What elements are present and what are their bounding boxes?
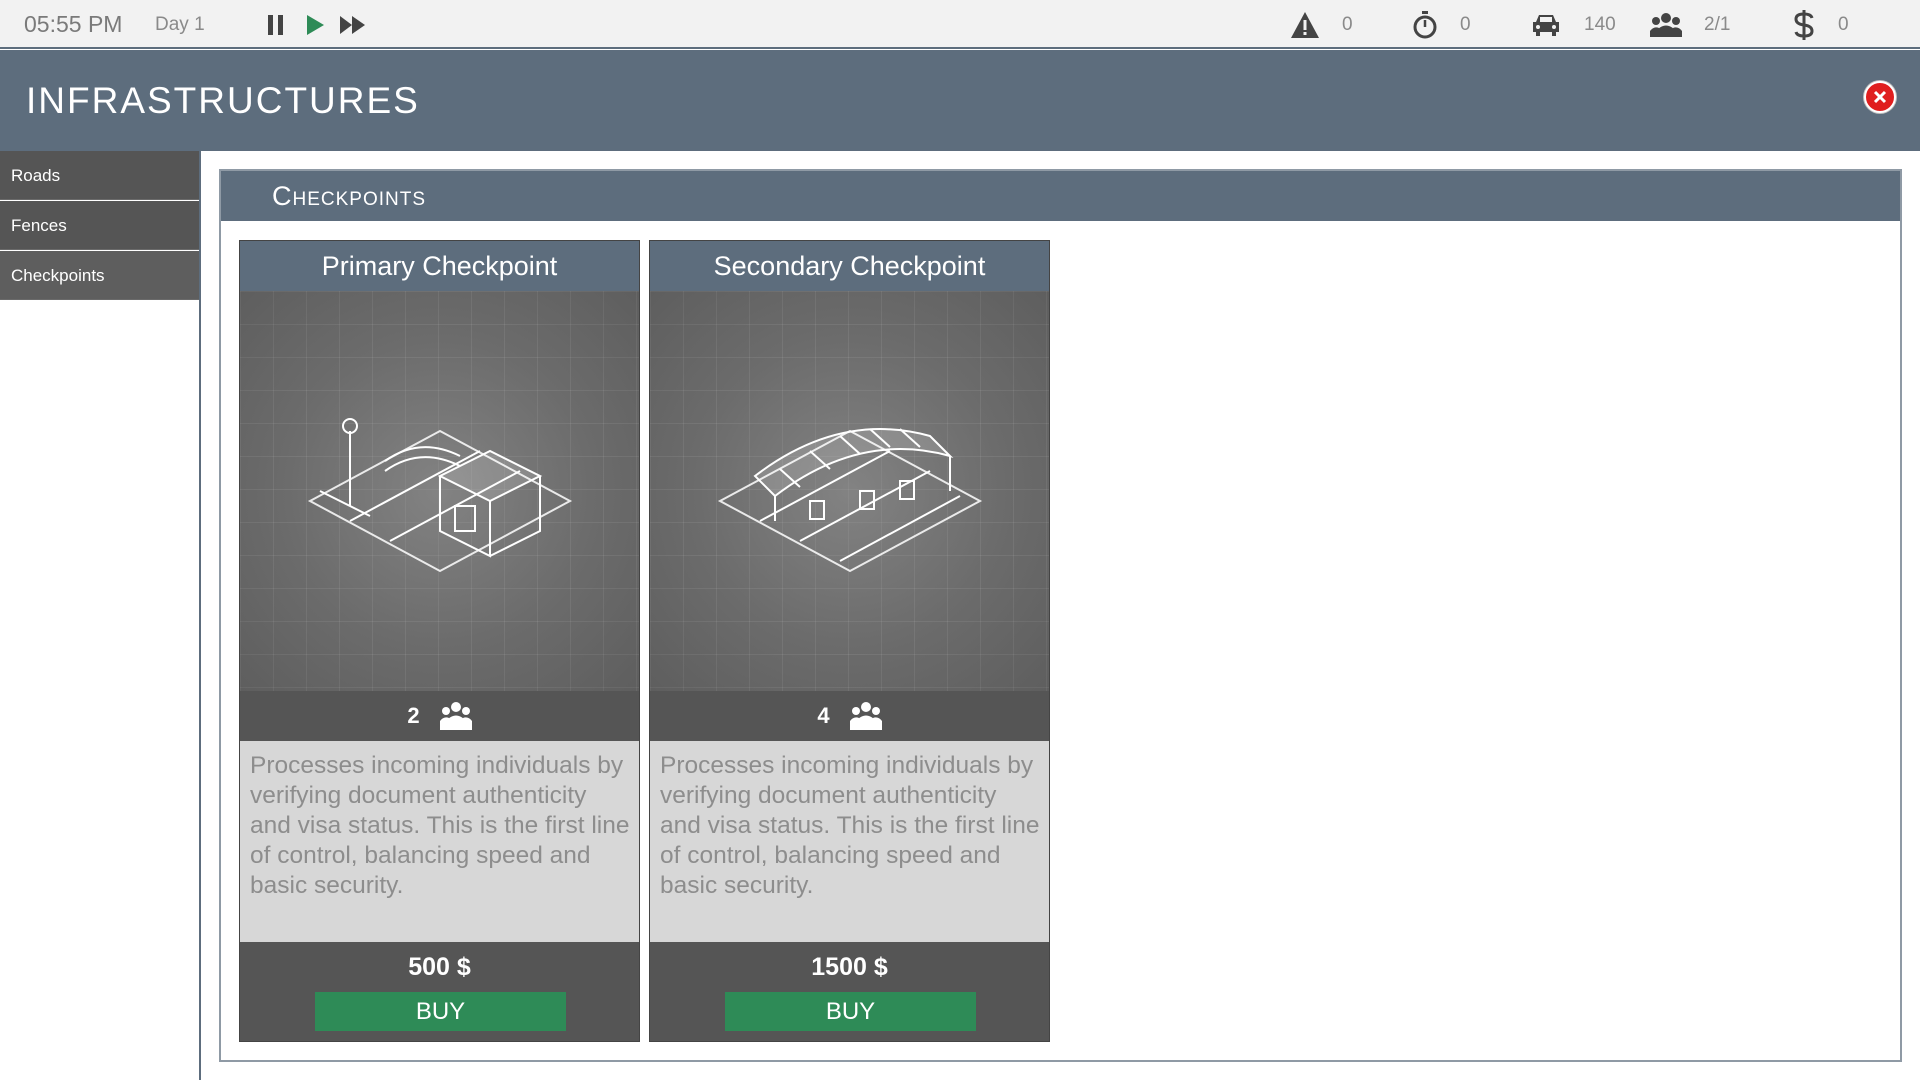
sidebar-item-fences[interactable]: Fences — [0, 201, 199, 250]
capacity-value: 2 — [407, 703, 420, 728]
section-title: Checkpoints — [272, 181, 427, 211]
dollar-icon — [1794, 10, 1814, 40]
section-header: Checkpoints — [221, 171, 1900, 221]
buy-secondary-checkpoint-button[interactable]: BUY — [725, 992, 976, 1031]
pause-button[interactable] — [261, 12, 291, 38]
card-description: Processes incoming individuals by verify… — [240, 741, 639, 942]
people-icon — [439, 702, 472, 730]
incidents-stat: 0 — [1290, 8, 1353, 42]
warning-icon — [1291, 12, 1319, 38]
card-title: Primary Checkpoint — [240, 241, 639, 291]
staff-stat: 2/1 — [1650, 8, 1730, 42]
card-title: Secondary Checkpoint — [650, 241, 1049, 291]
buy-primary-checkpoint-button[interactable]: BUY — [315, 992, 566, 1031]
checkpoint-card-secondary: Secondary Checkpoint 4 Processes incomin… — [649, 240, 1050, 1042]
money-stat: 0 — [1792, 8, 1849, 42]
day-counter: Day 1 — [155, 14, 205, 35]
close-icon — [1873, 90, 1887, 104]
card-price: 1500 $ — [650, 942, 1049, 992]
window-header: INFRASTRUCTURES — [0, 50, 1920, 151]
time-stat: 0 — [1412, 8, 1471, 42]
play-button[interactable] — [300, 12, 330, 38]
capacity-value: 4 — [817, 703, 830, 728]
sidebar-item-checkpoints[interactable]: Checkpoints — [0, 251, 199, 300]
card-capacity: 2 — [240, 691, 639, 741]
car-icon — [1533, 15, 1559, 36]
window-title: INFRASTRUCTURES — [26, 80, 420, 121]
people-icon — [1650, 13, 1682, 37]
sidebar-item-roads[interactable]: Roads — [0, 151, 199, 200]
category-sidebar: Roads Fences Checkpoints — [0, 151, 201, 1080]
top-status-bar: 05:55 PM Day 1 0 0 140 2/1 0 — [0, 0, 1920, 49]
fast-forward-icon — [340, 16, 365, 34]
pause-icon — [268, 15, 283, 35]
primary-checkpoint-blueprint-icon — [307, 418, 572, 573]
card-capacity: 4 — [650, 691, 1049, 741]
stopwatch-icon — [1413, 11, 1437, 39]
game-clock: 05:55 PM — [24, 11, 123, 37]
secondary-checkpoint-blueprint-icon — [717, 428, 982, 573]
card-blueprint-image — [650, 291, 1049, 691]
fast-forward-button[interactable] — [338, 12, 368, 38]
vehicles-stat: 140 — [1530, 8, 1616, 42]
card-description: Processes incoming individuals by verify… — [650, 741, 1049, 942]
close-button[interactable] — [1864, 81, 1896, 113]
checkpoint-card-primary: Primary Checkpoint 2 Processes incoming … — [239, 240, 640, 1042]
play-icon — [307, 15, 324, 35]
people-icon — [849, 702, 882, 730]
card-blueprint-image — [240, 291, 639, 691]
card-price: 500 $ — [240, 942, 639, 992]
